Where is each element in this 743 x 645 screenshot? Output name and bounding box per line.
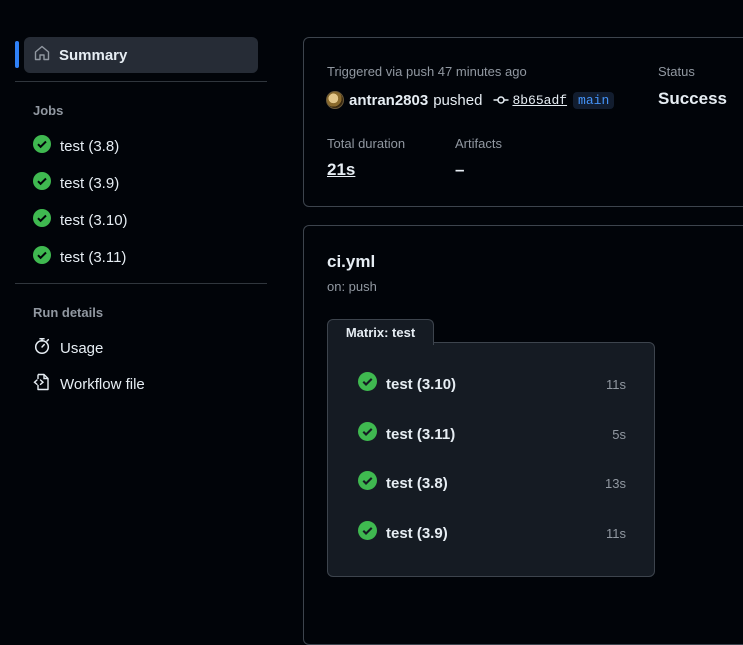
matrix-job-duration: 5s (612, 426, 626, 442)
trigger-line: antran2803 pushed 8b65adf main (326, 91, 615, 109)
action-text: pushed (433, 91, 483, 109)
artifacts-label: Artifacts (455, 136, 502, 151)
usage-label: Usage (60, 339, 104, 357)
run-summary-card (303, 37, 743, 207)
check-circle-icon (33, 171, 51, 195)
sidebar-item-workflow-file[interactable]: Workflow file (33, 373, 145, 395)
home-icon (34, 45, 50, 66)
check-circle-icon (358, 521, 377, 545)
duration-value[interactable]: 21s (327, 160, 355, 180)
workflow-file-label: Workflow file (60, 375, 145, 393)
matrix-job-label: test (3.11) (386, 425, 456, 443)
sidebar-item-usage[interactable]: Usage (33, 337, 103, 359)
matrix-job[interactable]: test (3.10) 11s (358, 372, 626, 396)
run-details-header: Run details (33, 305, 104, 320)
sidebar-job-item[interactable]: test (3.11) (33, 245, 127, 269)
stopwatch-icon (33, 337, 51, 360)
divider (15, 81, 267, 82)
check-circle-icon (33, 208, 51, 232)
git-commit-icon (493, 92, 509, 108)
branch-badge[interactable]: main (573, 91, 615, 109)
status-label: Status (658, 64, 695, 79)
duration-label: Total duration (327, 136, 406, 151)
matrix-job-duration: 13s (605, 475, 626, 491)
matrix-job[interactable]: test (3.9) 11s (358, 521, 626, 545)
sidebar-item-label: Summary (59, 46, 128, 64)
avatar[interactable] (326, 91, 344, 109)
workflow-trigger: on: push (327, 279, 377, 294)
actor-link[interactable]: antran2803 (349, 92, 428, 109)
check-circle-icon (358, 422, 377, 446)
status-value: Success (658, 89, 727, 108)
sidebar-job-item[interactable]: test (3.8) (33, 134, 120, 158)
matrix-job-duration: 11s (606, 376, 626, 392)
active-indicator (15, 41, 19, 68)
job-label: test (3.11) (60, 248, 127, 266)
check-circle-icon (33, 245, 51, 269)
matrix-job-label: test (3.8) (386, 474, 448, 492)
divider (15, 283, 267, 284)
check-circle-icon (358, 372, 377, 396)
job-label: test (3.9) (60, 174, 120, 192)
matrix-job[interactable]: test (3.8) 13s (358, 471, 626, 495)
matrix-tab-joint (328, 340, 433, 344)
job-label: test (3.8) (60, 137, 120, 155)
matrix-job-label: test (3.10) (386, 375, 457, 393)
sidebar-item-summary[interactable]: Summary (24, 37, 258, 73)
check-circle-icon (33, 134, 51, 158)
commit-link[interactable]: 8b65adf (512, 93, 567, 108)
job-label: test (3.10) (60, 211, 128, 229)
matrix-job-label: test (3.9) (386, 524, 448, 542)
sidebar: Summary Jobs test (3.8) test (3.9) test … (0, 0, 280, 627)
jobs-header: Jobs (33, 103, 64, 118)
trigger-text: Triggered via push 47 minutes ago (327, 64, 527, 79)
sidebar-job-item[interactable]: test (3.10) (33, 208, 128, 232)
matrix-job-duration: 11s (606, 525, 626, 541)
artifacts-value: – (455, 160, 465, 179)
file-code-icon (33, 373, 51, 396)
sidebar-job-item[interactable]: test (3.9) (33, 171, 120, 195)
matrix-job[interactable]: test (3.11) 5s (358, 422, 626, 446)
check-circle-icon (358, 471, 377, 495)
workflow-name: ci.yml (327, 252, 376, 271)
